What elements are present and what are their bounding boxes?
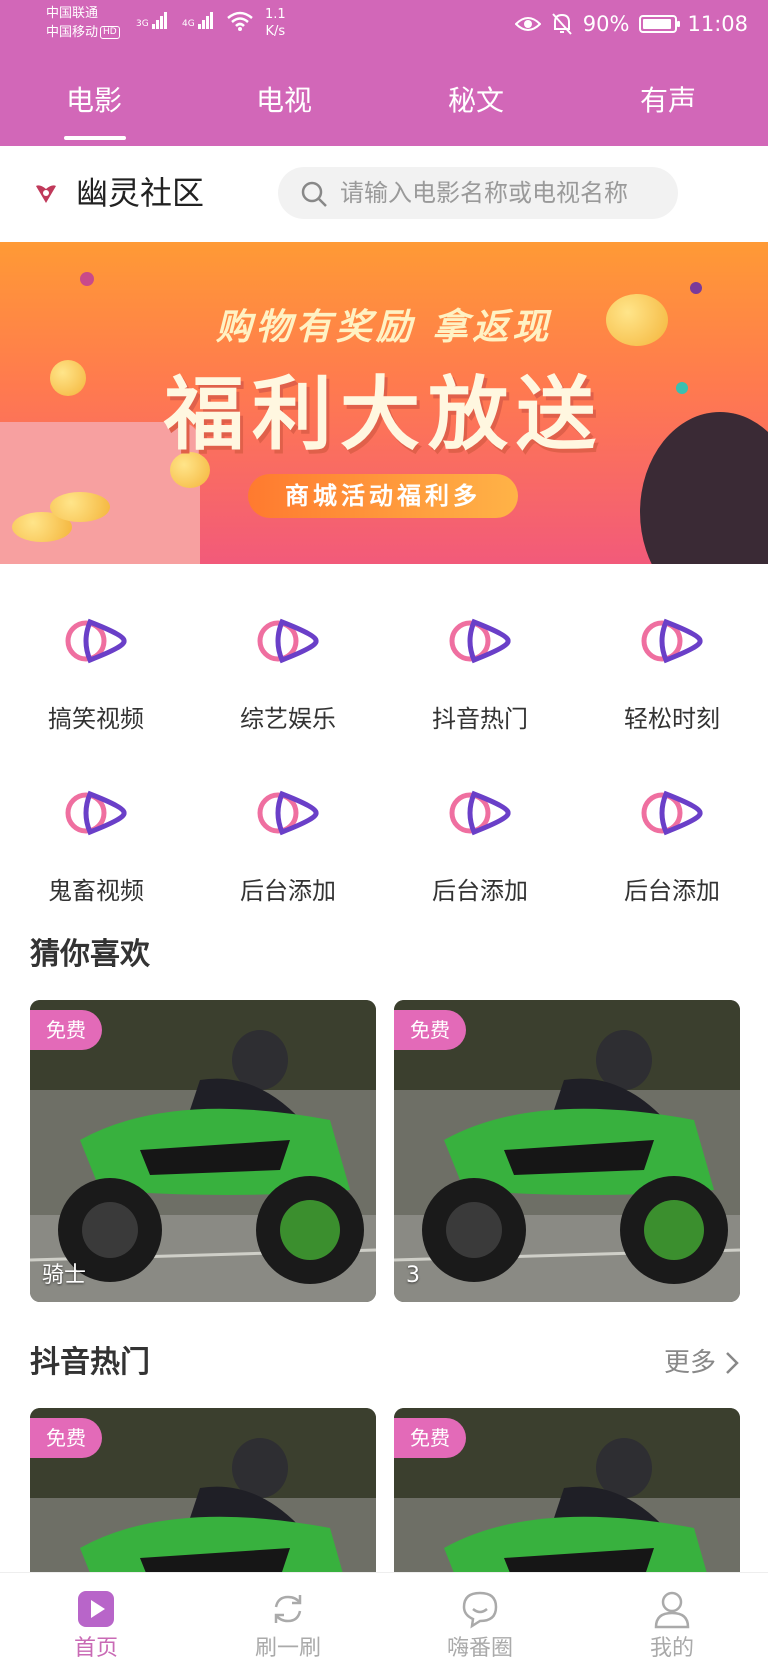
free-badge: 免费: [394, 1010, 466, 1050]
banner-title: 福利大放送: [164, 368, 604, 461]
brand-name: 幽灵社区: [76, 174, 205, 212]
category-label: 搞笑视频: [48, 705, 144, 733]
more-link[interactable]: 更多: [664, 1343, 740, 1383]
category-label: 轻松时刻: [624, 705, 720, 733]
section-title: 抖音热门: [30, 1345, 150, 1380]
top-tabs: 电影 电视 秘文 有声: [0, 78, 768, 146]
carrier-info: 中国联通 中国移动 HD: [46, 4, 120, 42]
net-speed-unit: K/s: [265, 24, 286, 39]
free-badge: 免费: [30, 1418, 102, 1458]
carrier-1: 中国联通: [46, 6, 99, 21]
banner-decoration: [80, 272, 94, 286]
play-logo-icon: [257, 790, 319, 836]
search-box[interactable]: [278, 167, 678, 219]
tab-tv[interactable]: 电视: [188, 78, 380, 146]
category-label: 抖音热门: [432, 705, 528, 733]
more-label: 更多: [663, 1348, 716, 1378]
coin-decoration: [50, 492, 110, 522]
play-logo-icon: [449, 618, 511, 664]
nav-label: 刷一刷: [254, 1636, 321, 1661]
play-logo-icon: [257, 618, 319, 664]
section-title: 猜你喜欢: [30, 937, 150, 972]
category-item[interactable]: 鬼畜视频: [0, 766, 192, 916]
refresh-icon: [274, 1595, 302, 1623]
nav-circle[interactable]: 嗨番圈: [384, 1573, 576, 1679]
banner-pill: 商城活动福利多: [248, 474, 518, 518]
nav-label: 我的: [649, 1636, 694, 1661]
nav-profile[interactable]: 我的: [576, 1573, 768, 1679]
nav-label: 嗨番圈: [446, 1636, 513, 1661]
signal-2-icon: 4G: [182, 12, 214, 29]
category-item[interactable]: 后台添加: [192, 766, 384, 916]
play-logo-icon: [641, 790, 703, 836]
promo-banner[interactable]: 购物有奖励 拿返现 福利大放送 商城活动福利多: [0, 242, 768, 564]
category-item[interactable]: 综艺娱乐: [192, 594, 384, 744]
battery-percent: 90%: [582, 12, 630, 36]
ghost-logo-icon: [36, 185, 56, 203]
category-label: 鬼畜视频: [48, 877, 144, 905]
net-speed: 1.1 K/s: [265, 6, 286, 40]
net-type-2: 4G: [182, 19, 195, 29]
hd-badge: HD: [100, 26, 120, 39]
free-badge: 免费: [394, 1418, 466, 1458]
tab-secret-text[interactable]: 秘文: [380, 78, 572, 146]
chevron-right-icon: [726, 1352, 739, 1374]
clock: 11:08: [687, 12, 748, 36]
mute-bell-icon: [552, 13, 572, 35]
net-type-1: 3G: [136, 19, 149, 29]
eye-icon: [514, 17, 541, 31]
play-logo-icon: [641, 618, 703, 664]
play-logo-icon: [449, 790, 511, 836]
search-input[interactable]: [340, 167, 670, 219]
battery-icon: [639, 15, 681, 33]
status-right: 90% 11:08: [514, 10, 748, 38]
bottom-nav: 首页 刷一刷 嗨番圈 我的: [0, 1572, 768, 1679]
category-item[interactable]: 搞笑视频: [0, 594, 192, 744]
top-header: 中国联通 中国移动 HD 3G 4G 1.1 K/s 90% 11:08 电影 …: [0, 0, 768, 146]
free-badge: 免费: [30, 1010, 102, 1050]
status-bar: 中国联通 中国移动 HD 3G 4G 1.1 K/s 90% 11:08: [0, 0, 768, 48]
search-row: 幽灵社区: [0, 146, 768, 242]
tab-movie[interactable]: 电影: [0, 78, 188, 146]
nav-refresh[interactable]: 刷一刷: [192, 1573, 384, 1679]
search-icon: [301, 181, 327, 207]
signal-1-icon: 3G: [136, 12, 168, 29]
video-title: 骑士: [42, 1263, 87, 1288]
play-logo-icon: [65, 618, 127, 664]
video-card[interactable]: 免费 骑士: [30, 1000, 376, 1302]
user-icon: [654, 1591, 690, 1629]
net-speed-value: 1.1: [265, 7, 286, 22]
category-item[interactable]: 抖音热门: [384, 594, 576, 744]
home-play-icon: [78, 1591, 114, 1627]
category-item[interactable]: 后台添加: [384, 766, 576, 916]
nav-label: 首页: [73, 1636, 118, 1661]
video-title: 3: [406, 1263, 420, 1288]
app-screen: 中国联通 中国移动 HD 3G 4G 1.1 K/s 90% 11:08 电影 …: [0, 0, 768, 1679]
carrier-2: 中国移动: [46, 25, 99, 40]
category-label: 后台添加: [240, 877, 336, 905]
play-logo-icon: [65, 790, 127, 836]
category-item[interactable]: 轻松时刻: [576, 594, 768, 744]
category-item[interactable]: 后台添加: [576, 766, 768, 916]
category-label: 后台添加: [432, 877, 528, 905]
banner-subtitle: 购物有奖励 拿返现: [215, 307, 553, 348]
chat-bubble-icon: [462, 1591, 498, 1629]
tab-audio[interactable]: 有声: [572, 78, 764, 146]
banner-decoration: [690, 282, 702, 294]
category-label: 后台添加: [624, 877, 720, 905]
video-card[interactable]: 免费 3: [394, 1000, 740, 1302]
category-label: 综艺娱乐: [240, 705, 336, 733]
nav-home[interactable]: 首页: [0, 1573, 192, 1679]
wifi-icon: [227, 11, 253, 31]
